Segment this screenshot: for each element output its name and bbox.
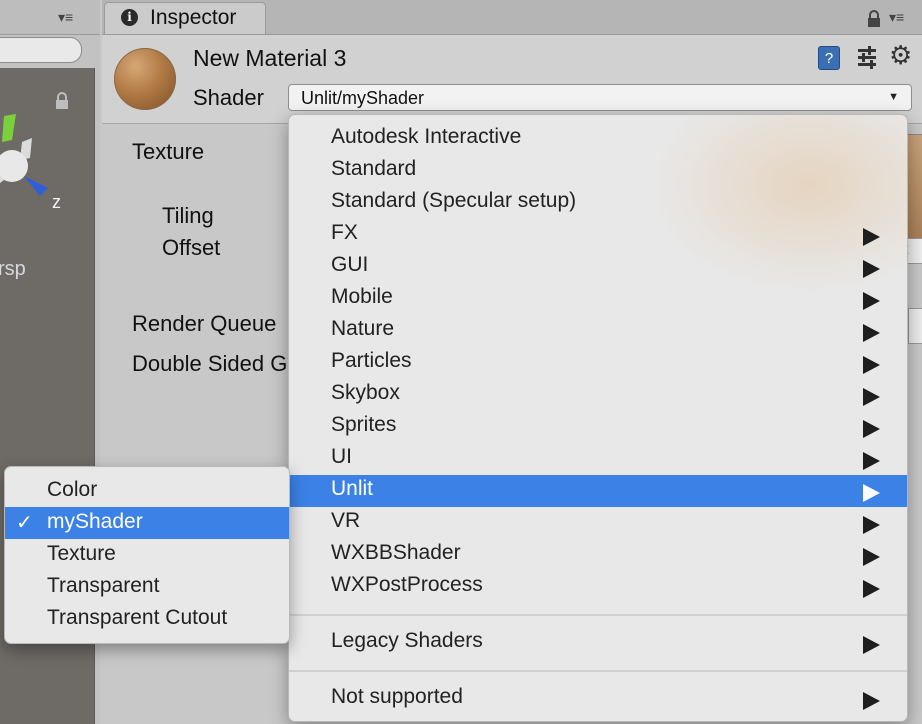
submenu-arrow-icon: [863, 356, 880, 374]
shader-menu-item-label: Skybox: [331, 381, 400, 404]
tab-inspector-label: Inspector: [150, 6, 237, 29]
unlit-menu-item[interactable]: Transparent: [5, 571, 289, 603]
shader-menu-item[interactable]: Standard (Specular setup): [289, 187, 907, 219]
submenu-arrow-icon: [863, 388, 880, 406]
shader-menu-item-label: VR: [331, 509, 361, 532]
shader-label: Shader: [193, 85, 264, 110]
submenu-arrow-icon: [863, 516, 880, 534]
shader-menu-item[interactable]: Standard: [289, 155, 907, 187]
shader-dropdown-value: Unlit/myShader: [301, 88, 425, 108]
unlit-menu-item[interactable]: Texture: [5, 539, 289, 571]
shader-menu-item-label: WXBBShader: [331, 541, 461, 564]
unlit-menu-item[interactable]: ✓ myShader: [5, 507, 289, 539]
submenu-arrow-icon: [863, 580, 880, 598]
shader-menu-item-label: GUI: [331, 253, 369, 276]
presets-icon[interactable]: [856, 45, 878, 69]
shader-menu-item[interactable]: VR: [289, 507, 907, 539]
shader-menu-item[interactable]: GUI: [289, 251, 907, 283]
material-header: New Material 3 Shader Unlit/myShader ▼ ?…: [102, 35, 922, 124]
tab-menu-icon[interactable]: ▾≡: [58, 9, 73, 26]
perspective-label[interactable]: rsp: [0, 258, 26, 281]
shader-menu-item-label: Not supported: [331, 685, 463, 708]
menu-separator: [289, 670, 907, 672]
shader-menu-item-label: Mobile: [331, 285, 393, 308]
shader-menu-item-label: FX: [331, 221, 358, 244]
shader-menu-item-label: Legacy Shaders: [331, 629, 483, 652]
gear-icon[interactable]: ⚙: [889, 40, 912, 71]
tiling-label: Tiling: [162, 203, 214, 228]
unlit-menu-item-label: Color: [47, 478, 98, 501]
shader-menu-item[interactable]: WXBBShader: [289, 539, 907, 571]
render-queue-label: Render Queue: [132, 311, 277, 336]
help-book-icon[interactable]: ?: [818, 46, 840, 70]
inspector-tab-bar: i Inspector ▾≡: [102, 0, 922, 35]
shader-menu-item[interactable]: Unlit: [289, 475, 907, 507]
shader-menu-item-label: Sprites: [331, 413, 397, 436]
shader-dropdown[interactable]: Unlit/myShader ▼: [288, 84, 912, 111]
menu-separator: [289, 614, 907, 616]
scene-tab-bar: ▾≡: [0, 0, 100, 35]
orientation-gizmo-icon[interactable]: z: [0, 106, 92, 256]
submenu-arrow-icon: [863, 292, 880, 310]
shader-menu-item-label: Unlit: [331, 477, 374, 500]
unlit-submenu: Color ✓ myShader Texture Transparent Transpar…: [4, 466, 290, 644]
unlit-menu-item[interactable]: Transparent Cutout: [5, 603, 289, 635]
checkmark-icon: ✓: [16, 512, 33, 534]
hierarchy-search-input[interactable]: [0, 37, 82, 63]
unlit-menu-item-label: myShader: [47, 510, 143, 533]
axis-z-label: z: [52, 192, 61, 212]
unlit-menu-item-label: Transparent: [47, 574, 160, 597]
chevron-down-icon: ▼: [888, 91, 899, 103]
shader-menu-item[interactable]: Autodesk Interactive: [289, 123, 907, 155]
shader-menu-item-label: WXPostProcess: [331, 573, 483, 596]
unlit-menu-item-label: Texture: [47, 542, 116, 565]
shader-menu-item-label: Standard: [331, 157, 417, 180]
submenu-arrow-icon: [863, 420, 880, 438]
submenu-arrow-icon: [863, 692, 880, 710]
tab-inspector[interactable]: i Inspector: [104, 2, 266, 34]
shader-menu-item[interactable]: Not supported: [289, 683, 907, 715]
info-icon: i: [121, 9, 138, 26]
shader-menu-item[interactable]: UI: [289, 443, 907, 475]
shader-menu-item[interactable]: Nature: [289, 315, 907, 347]
submenu-arrow-icon: [863, 636, 880, 654]
submenu-arrow-icon: [863, 260, 880, 278]
shader-menu-item[interactable]: Skybox: [289, 379, 907, 411]
material-name: New Material 3: [193, 45, 347, 71]
submenu-arrow-icon: [863, 484, 880, 502]
shader-menu-item[interactable]: WXPostProcess: [289, 571, 907, 603]
double-sided-label: Double Sided G: [132, 351, 288, 376]
unlit-menu-item-label: Transparent Cutout: [47, 606, 228, 629]
submenu-arrow-icon: [863, 452, 880, 470]
shader-popup-menu: Autodesk Interactive Standard Standard (Sp…: [288, 114, 908, 722]
render-queue-field[interactable]: [908, 308, 922, 344]
shader-menu-item-label: Standard (Specular setup): [331, 189, 577, 212]
tab-menu-icon[interactable]: ▾≡: [889, 9, 904, 26]
shader-menu-item-label: Autodesk Interactive: [331, 125, 522, 148]
submenu-arrow-icon: [863, 324, 880, 342]
shader-menu-item[interactable]: Sprites: [289, 411, 907, 443]
shader-menu-item[interactable]: Mobile: [289, 283, 907, 315]
submenu-arrow-icon: [863, 548, 880, 566]
shader-menu-item[interactable]: Particles: [289, 347, 907, 379]
lock-icon[interactable]: [866, 10, 882, 28]
material-preview-thumbnail: [114, 48, 176, 110]
shader-menu-item[interactable]: Legacy Shaders: [289, 627, 907, 659]
texture-property-label: Texture: [132, 139, 205, 164]
unlit-menu-item[interactable]: Color: [5, 475, 289, 507]
shader-menu-item[interactable]: FX: [289, 219, 907, 251]
shader-menu-item-label: UI: [331, 445, 352, 468]
submenu-arrow-icon: [863, 228, 880, 246]
shader-menu-item-label: Particles: [331, 349, 412, 372]
offset-label: Offset: [162, 235, 221, 260]
shader-menu-item-label: Nature: [331, 317, 395, 340]
